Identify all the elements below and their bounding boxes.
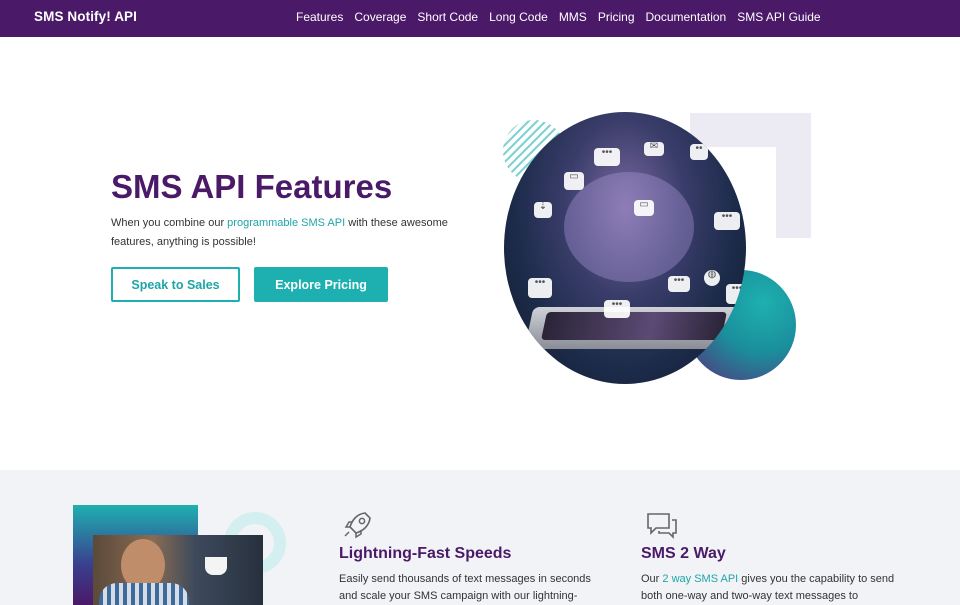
nav-link-sms-api-guide[interactable]: SMS API Guide bbox=[737, 10, 820, 24]
feature-text-2way-start: Our bbox=[641, 573, 663, 585]
nav-link-features[interactable]: Features bbox=[296, 10, 343, 24]
messaging-globe-image: ••• ••• ••• ••• ••• ✉ ••• ▭ •• ▭ ◍ ⇣ bbox=[504, 112, 746, 384]
nav-link-mms[interactable]: MMS bbox=[559, 10, 587, 24]
message-icon: ▭ bbox=[564, 172, 584, 190]
hero-illustration: ••• ••• ••• ••• ••• ✉ ••• ▭ •• ▭ ◍ ⇣ bbox=[500, 110, 820, 395]
nav-link-coverage[interactable]: Coverage bbox=[354, 10, 406, 24]
chat-bubble-icon: ••• bbox=[668, 276, 690, 292]
programmable-sms-api-link[interactable]: programmable SMS API bbox=[227, 217, 345, 229]
customer-photo bbox=[93, 535, 263, 605]
cup-image bbox=[205, 557, 227, 575]
chat-bubble-icon: ••• bbox=[726, 284, 746, 304]
feature-title-speeds: Lightning-Fast Speeds bbox=[339, 545, 512, 562]
chat-bubbles-icon bbox=[647, 513, 677, 539]
phone-screen-image bbox=[541, 312, 727, 340]
feature-text-2way: Our 2 way SMS API gives you the capabili… bbox=[641, 571, 896, 605]
rocket-icon bbox=[344, 512, 371, 539]
globe-icon: ◍ bbox=[704, 270, 720, 286]
chat-bubble-icon: ••• bbox=[594, 148, 620, 166]
explore-pricing-button[interactable]: Explore Pricing bbox=[254, 267, 388, 302]
hero-title: SMS API Features bbox=[111, 168, 393, 205]
chat-bubble-icon: ••• bbox=[528, 278, 552, 298]
feature-text-speeds: Easily send thousands of text messages i… bbox=[339, 571, 599, 605]
glow-highlight bbox=[564, 172, 694, 282]
feature-text-speeds-content: Easily send thousands of text messages i… bbox=[339, 573, 591, 602]
message-icon: ▭ bbox=[634, 200, 654, 216]
nav-link-documentation[interactable]: Documentation bbox=[646, 10, 727, 24]
hero-description: When you combine our programmable SMS AP… bbox=[111, 214, 461, 252]
download-icon: ⇣ bbox=[534, 202, 552, 218]
chat-bubble-icon: •• bbox=[690, 144, 708, 160]
chat-bubble-icon: ••• bbox=[604, 300, 630, 318]
nav-link-pricing[interactable]: Pricing bbox=[598, 10, 635, 24]
feature-title-2way: SMS 2 Way bbox=[641, 545, 726, 562]
nav-link-long-code[interactable]: Long Code bbox=[489, 10, 548, 24]
hero-desc-text-start: When you combine our bbox=[111, 217, 228, 229]
top-nav: SMS Notify! API Features Coverage Short … bbox=[0, 0, 960, 37]
envelope-icon: ✉ bbox=[644, 142, 664, 156]
2-way-sms-api-link[interactable]: 2 way SMS API bbox=[662, 573, 738, 585]
person-shirt-image bbox=[99, 583, 189, 605]
speak-to-sales-button[interactable]: Speak to Sales bbox=[111, 267, 240, 302]
nav-links: Features Coverage Short Code Long Code M… bbox=[296, 10, 821, 24]
brand-logo[interactable]: SMS Notify! API bbox=[34, 9, 137, 24]
chat-bubble-icon: ••• bbox=[714, 212, 740, 230]
nav-link-short-code[interactable]: Short Code bbox=[417, 10, 478, 24]
